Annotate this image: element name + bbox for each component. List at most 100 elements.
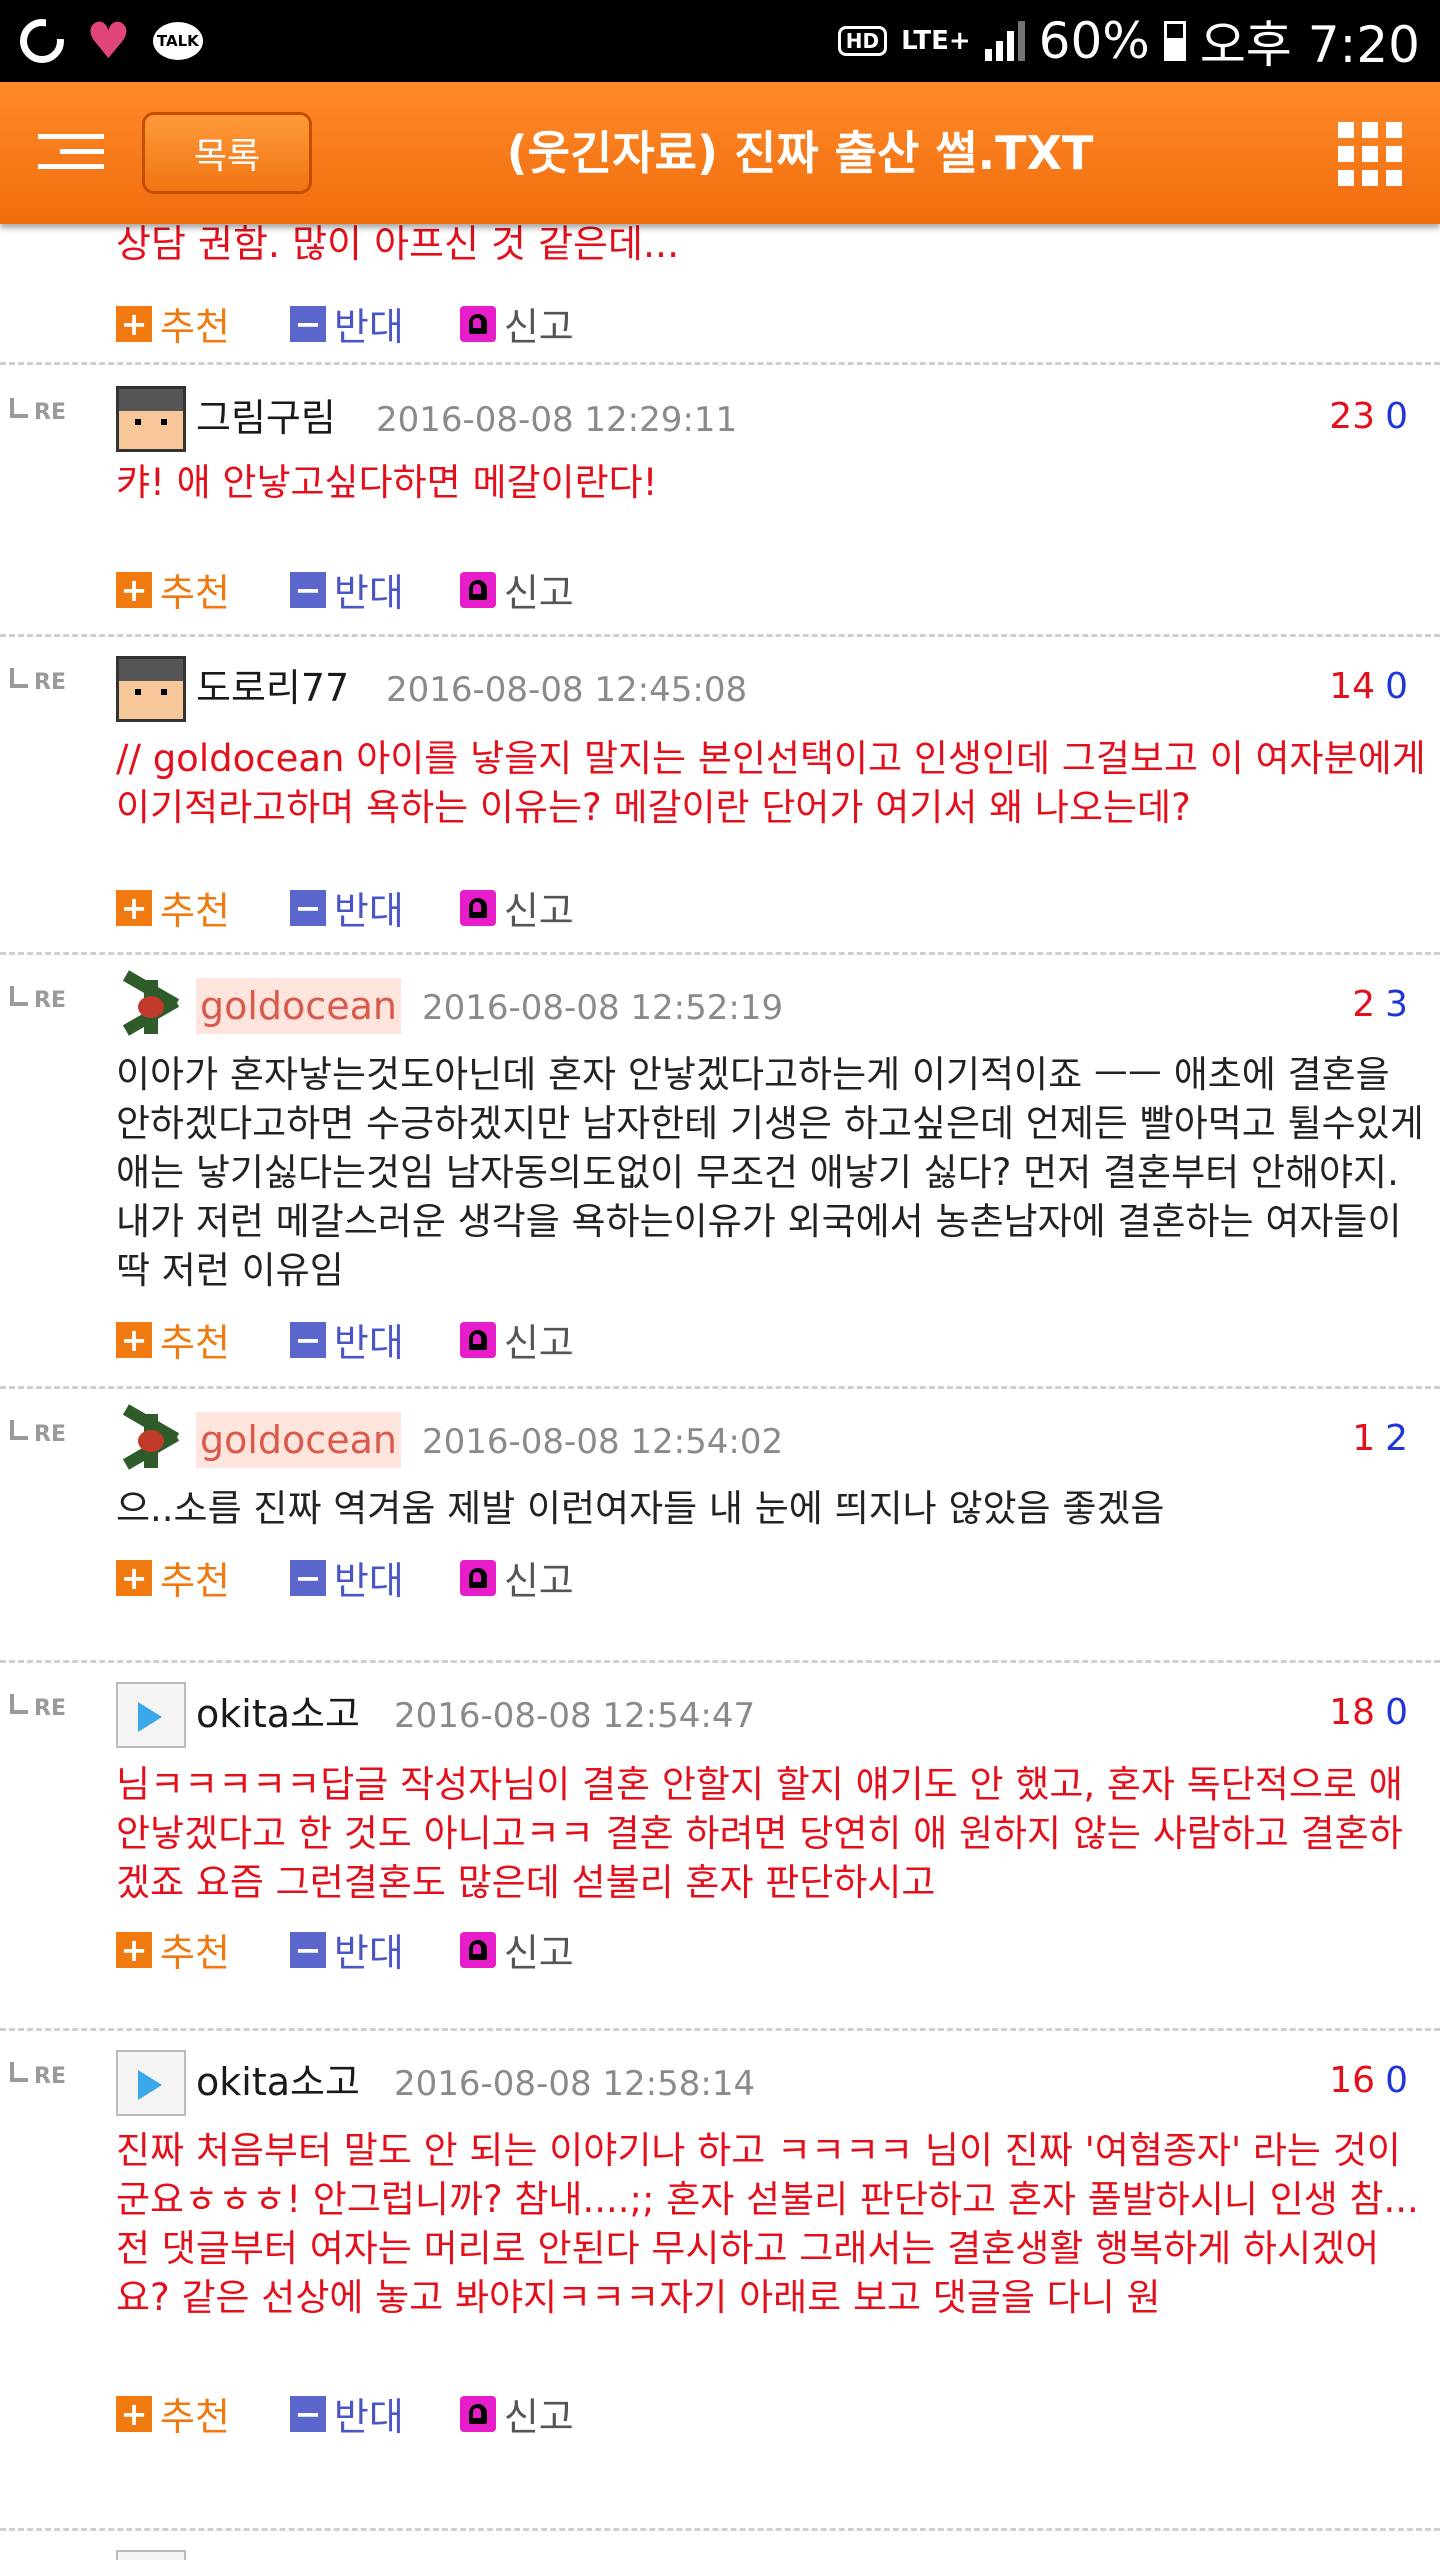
oppose-button[interactable]: − 반대 (289, 2386, 404, 2441)
minus-icon: − (289, 1931, 326, 1968)
report-button[interactable]: 신고 (459, 1550, 574, 1605)
recommend-button[interactable]: + 추천 (116, 1312, 230, 1367)
divider (0, 362, 1440, 365)
comment-item: RE goldocean 2016-08-08 12:52:19 23 이아가 … (0, 960, 1440, 1365)
report-button[interactable]: 신고 (459, 1312, 574, 1367)
comment-author[interactable]: 도로리77 (196, 660, 349, 716)
plus-icon: + (116, 571, 152, 608)
upvote-count: 14 (1329, 666, 1376, 707)
divider (0, 1386, 1440, 1389)
app-header: 목록 (웃긴자료) 진짜 출산 썰.TXT (0, 82, 1440, 224)
comment-actions: + 추천 − 반대 신고 (116, 880, 634, 935)
battery-percent: 60% (1038, 12, 1150, 70)
avatar[interactable] (116, 970, 186, 1040)
recommend-button[interactable]: + 추천 (116, 1550, 230, 1605)
comment-date: 2016-08-08 12:54:47 (394, 1696, 756, 1736)
report-button[interactable]: 신고 (459, 880, 574, 935)
vote-counts: 18 0 (1329, 1692, 1408, 1733)
comment-text: 상담 권함. 많이 아프신 것 같은데... (116, 224, 680, 266)
upvote-count: 1 (1352, 1418, 1376, 1459)
page-title: (웃긴자료) 진짜 출산 썰.TXT (506, 126, 1094, 180)
upvote-count: 2 (1352, 984, 1376, 1025)
oppose-button[interactable]: − 반대 (289, 296, 404, 351)
reply-arrow-icon: RE (10, 2062, 80, 2092)
report-button[interactable]: 신고 (459, 1922, 574, 1977)
downvote-count: 0 (1385, 396, 1408, 437)
oppose-button[interactable]: − 반대 (289, 1312, 404, 1367)
vote-counts: 23 (1352, 984, 1408, 1025)
kakaotalk-icon: TALK (152, 22, 203, 60)
reply-arrow-icon: RE (10, 398, 80, 428)
comment-author[interactable]: okita소고 (196, 2054, 360, 2110)
comment-item: RE 도로리77 2016-08-08 12:45:08 14 0 // gold… (0, 642, 1440, 933)
plus-icon: + (116, 889, 152, 926)
divider (0, 1660, 1440, 1663)
reply-arrow-icon: RE (10, 986, 80, 1016)
siren-icon (459, 305, 496, 342)
status-bar: ♥ TALK HD LTE+ 60% 오후 7:20 (0, 0, 1440, 82)
minus-icon: − (289, 571, 326, 608)
avatar[interactable] (116, 656, 186, 722)
clock: 오후 7:20 (1199, 16, 1420, 74)
avatar[interactable] (116, 386, 186, 452)
comment-text: 캬! 애 안낳고싶다하면 메갈이란다! (116, 461, 658, 504)
siren-icon (459, 571, 496, 608)
comment-actions: + 추천 − 반대 신고 (116, 1922, 634, 1977)
comment-author[interactable]: goldocean (196, 978, 401, 1034)
report-button[interactable]: 신고 (459, 296, 574, 351)
comment-date: 2016-08-08 12:54:02 (422, 1422, 784, 1462)
oppose-button[interactable]: − 반대 (289, 1922, 404, 1977)
comment-item: RE okita소고 2016-08-08 12:58:14 16 0 진짜 처음… (0, 2036, 1440, 2439)
comment-date: 2016-08-08 12:29:11 (376, 400, 738, 440)
comment-author[interactable]: goldocean (196, 1412, 401, 1468)
recommend-button[interactable]: + 추천 (116, 296, 230, 351)
list-button[interactable]: 목록 (142, 112, 312, 194)
report-button[interactable]: 신고 (459, 2386, 574, 2441)
comment-text: 진짜 처음부터 말도 안 되는 이야기나 하고 ㅋㅋㅋㅋ 님이 진짜 '여혐종자… (116, 2129, 1419, 2319)
downvote-count: 2 (1385, 1418, 1408, 1459)
avatar[interactable] (116, 2550, 186, 2560)
upvote-count: 16 (1329, 2060, 1376, 2101)
oppose-button[interactable]: − 반대 (289, 562, 404, 617)
divider (0, 2028, 1440, 2031)
vote-counts: 14 0 (1329, 666, 1408, 707)
avatar[interactable] (116, 1682, 186, 1748)
comment-item-partial: RE (0, 2536, 1440, 2560)
siren-icon (459, 889, 496, 926)
comment-list: 상담 권함. 많이 아프신 것 같은데... + 추천 − 반대 신고 RE 그림구… (0, 224, 1440, 2560)
minus-icon: − (289, 1321, 326, 1358)
oppose-button[interactable]: − 반대 (289, 880, 404, 935)
vote-counts: 16 0 (1329, 2060, 1408, 2101)
status-bar-right: HD LTE+ 60% 오후 7:20 (837, 5, 1420, 77)
comment-author[interactable]: okita소고 (196, 1686, 360, 1742)
downvote-count: 3 (1385, 984, 1408, 1025)
menu-icon[interactable] (38, 134, 104, 170)
comment-text: // goldocean 아이를 낳을지 말지는 본인선택이고 인생인데 그걸보… (116, 737, 1426, 829)
comment-date: 2016-08-08 12:58:14 (394, 2064, 756, 2104)
plus-icon: + (116, 1559, 152, 1596)
grid-menu-icon[interactable] (1338, 122, 1402, 186)
comment-actions: + 추천 − 반대 신고 (116, 296, 634, 351)
recommend-button[interactable]: + 추천 (116, 880, 230, 935)
comment-text: 님ㅋㅋㅋㅋㅋ답글 작성자님이 결혼 안할지 할지 얘기도 안 했고, 혼자 독단… (116, 1763, 1403, 1904)
oppose-button[interactable]: − 반대 (289, 1550, 404, 1605)
upvote-count: 23 (1329, 396, 1376, 437)
plus-icon: + (116, 1931, 152, 1968)
avatar[interactable] (116, 1404, 186, 1474)
minus-icon: − (289, 305, 326, 342)
report-button[interactable]: 신고 (459, 562, 574, 617)
avatar[interactable] (116, 2050, 186, 2116)
reply-arrow-icon: RE (10, 1694, 80, 1724)
comment-text: 이아가 혼자낳는것도아닌데 혼자 안낳겠다고하는게 이기적이죠 ㅡㅡ 애초에 결… (116, 1053, 1424, 1292)
minus-icon: − (289, 889, 326, 926)
recommend-button[interactable]: + 추천 (116, 1922, 230, 1977)
plus-icon: + (116, 305, 152, 342)
recommend-button[interactable]: + 추천 (116, 2386, 230, 2441)
recommend-button[interactable]: + 추천 (116, 562, 230, 617)
comment-author[interactable]: 그림구림 (196, 390, 336, 446)
carrier-g-icon (20, 19, 64, 63)
comment-text: 으..소름 진짜 역겨움 제발 이런여자들 내 눈에 띄지나 않았음 좋겠음 (116, 1487, 1165, 1530)
plus-icon: + (116, 2395, 152, 2432)
comment-item: RE 그림구림 2016-08-08 12:29:11 23 0 캬! 애 안낳고… (0, 372, 1440, 615)
comment-date: 2016-08-08 12:52:19 (422, 988, 784, 1028)
